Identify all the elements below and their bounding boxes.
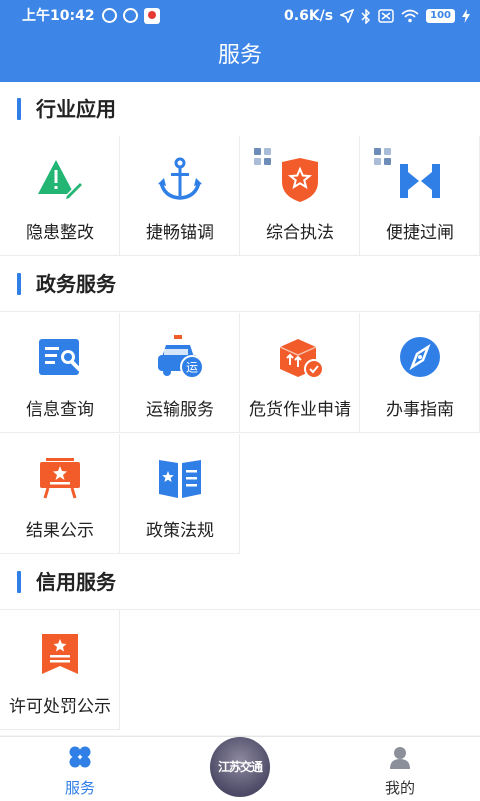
section-title: 政务服务 [36, 272, 116, 296]
wifi-icon [401, 9, 419, 23]
anchor-icon [158, 157, 202, 200]
section-header-industry: 行业应用 [0, 82, 480, 137]
transport-car-icon: 运 [158, 335, 204, 379]
dangerous-goods-box-icon [279, 339, 324, 379]
section-grid-industry: 隐患整改 捷畅锚调 综合执法 便捷过闸 [0, 136, 480, 257]
top-bar: 上午10:42 0.6K/s 100 服务 [0, 0, 480, 82]
bluetooth-icon [361, 8, 371, 24]
no-sim-icon [378, 9, 394, 23]
service-result-publicity[interactable]: 结果公示 [0, 434, 120, 554]
service-dangerous-goods-application[interactable]: 危货作业申请 [240, 313, 360, 433]
map-pin-icon [144, 8, 160, 24]
service-label: 运输服务 [146, 400, 214, 420]
service-guide[interactable]: 办事指南 [360, 313, 480, 433]
service-info-query[interactable]: 信息查询 [0, 313, 120, 433]
service-anchorage-dispatch[interactable]: 捷畅锚调 [120, 136, 240, 256]
tab-label: 我的 [384, 779, 415, 797]
lock-gate-icon [400, 164, 440, 198]
police-badge-icon [282, 158, 318, 202]
service-label: 危货作业申请 [249, 400, 351, 420]
grid-icon [69, 746, 91, 768]
result-board-icon [40, 458, 80, 499]
tab-label: 服务 [64, 779, 95, 797]
section-marker [17, 98, 21, 120]
service-label: 便捷过闸 [386, 223, 454, 243]
page-title: 服务 [217, 43, 262, 68]
service-label: 隐患整改 [26, 223, 94, 243]
service-label: 许可处罚公示 [9, 697, 111, 717]
service-label: 办事指南 [386, 400, 454, 420]
section-marker [17, 273, 21, 295]
service-law-enforcement[interactable]: 综合执法 [240, 136, 360, 256]
user-icon [390, 747, 410, 769]
charging-icon [462, 9, 470, 23]
notification-icon [123, 8, 138, 23]
section-header-government: 政务服务 [0, 257, 480, 312]
section-marker [17, 571, 21, 593]
policy-book-icon [159, 460, 201, 498]
service-policy-regulations[interactable]: 政策法规 [120, 434, 240, 554]
services-content: 行业应用 隐患整改 捷畅锚调 综合执法 便捷过闸 政务服务 信息查询 运 运输服… [0, 82, 480, 735]
info-search-icon [39, 339, 82, 375]
status-time: 上午10:42 [22, 8, 95, 24]
service-transport[interactable]: 运 运输服务 [120, 313, 240, 433]
tab-services[interactable]: 服务 [20, 737, 140, 801]
tab-mine[interactable]: 我的 [340, 737, 460, 801]
service-label: 综合执法 [266, 223, 334, 243]
compass-icon [400, 337, 440, 377]
app-grid-corner-icon [254, 148, 271, 165]
service-permit-penalty-publicity[interactable]: 许可处罚公示 [0, 610, 120, 730]
app-grid-corner-icon [374, 148, 391, 165]
warning-edit-icon [38, 160, 84, 202]
section-grid-government: 信息查询 运 运输服务 危货作业申请 办事指南 结果公示 政策法规 [0, 313, 480, 555]
center-logo-button[interactable]: 江苏交通 [210, 737, 270, 797]
battery-level: 100 [426, 9, 455, 23]
status-right: 0.6K/s 100 [284, 0, 470, 32]
permit-notice-icon [42, 634, 78, 674]
notification-icon [102, 8, 117, 23]
transport-badge-text: 运 [186, 361, 198, 375]
service-quick-lock-passage[interactable]: 便捷过闸 [360, 136, 480, 256]
section-title: 信用服务 [36, 570, 116, 594]
logo-text: 江苏交通 [217, 760, 263, 774]
service-label: 捷畅锚调 [146, 223, 214, 243]
section-title: 行业应用 [36, 97, 116, 121]
service-hazard-rectification[interactable]: 隐患整改 [0, 136, 120, 256]
service-label: 信息查询 [26, 400, 94, 420]
network-speed: 0.6K/s [284, 8, 334, 24]
status-notification-icons [102, 8, 160, 24]
location-arrow-icon [340, 9, 355, 23]
section-grid-credit: 许可处罚公示 [0, 610, 480, 731]
section-header-credit: 信用服务 [0, 555, 480, 610]
service-label: 政策法规 [146, 521, 214, 541]
status-bar: 上午10:42 0.6K/s 100 [0, 0, 480, 32]
service-label: 结果公示 [26, 521, 94, 541]
